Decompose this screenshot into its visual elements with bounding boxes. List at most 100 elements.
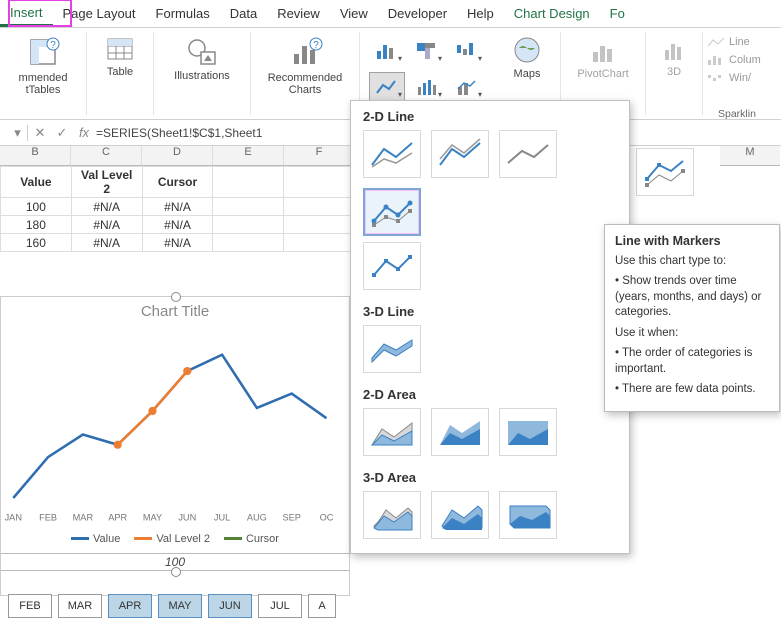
slicer-item[interactable]: JUL: [258, 594, 302, 618]
section-2d-line: 2-D Line: [351, 101, 629, 130]
cell[interactable]: Cursor: [142, 167, 213, 198]
svg-text:JUN: JUN: [178, 513, 196, 523]
chart-type-3d-line[interactable]: [363, 325, 421, 373]
maps-label: Maps: [514, 68, 541, 80]
slicer-item[interactable]: MAY: [158, 594, 202, 618]
illustrations-label: Illustrations: [174, 70, 230, 82]
cell[interactable]: 160: [1, 234, 72, 252]
chart-type-stacked-line[interactable]: [431, 130, 489, 178]
section-3d-area: 3-D Area: [351, 462, 629, 491]
insert-combo-chart-button[interactable]: ▾: [449, 72, 485, 102]
cell[interactable]: Val Level 2: [71, 167, 142, 198]
maps-button[interactable]: Maps: [502, 34, 552, 80]
svg-text:AUG: AUG: [247, 513, 267, 523]
tab-page-layout[interactable]: Page Layout: [53, 2, 146, 25]
chart-legend[interactable]: Value Val Level 2 Cursor: [1, 533, 349, 545]
chart-type-3d-stacked-area[interactable]: [431, 491, 489, 539]
cell[interactable]: #N/A: [71, 216, 142, 234]
sparkline-column-button[interactable]: Colum: [707, 54, 761, 66]
chart-type-line-with-markers[interactable]: [363, 188, 421, 236]
insert-line-chart-dropdown: 2-D Line 3-D Line 2-D Area 3-D Area: [350, 100, 630, 554]
illustrations-button[interactable]: Illustrations: [162, 34, 242, 82]
svg-text:OC: OC: [320, 513, 334, 523]
chart-type-stacked-line-markers[interactable]: [363, 242, 421, 290]
tab-review[interactable]: Review: [267, 2, 330, 25]
cell[interactable]: 180: [1, 216, 72, 234]
table-button[interactable]: Table: [95, 34, 145, 78]
recommended-charts-label: Recommended Charts: [268, 72, 343, 96]
3d-map-button[interactable]: 3D: [654, 34, 694, 78]
ribbon-tabs: Insert Page Layout Formulas Data Review …: [0, 0, 781, 28]
pivotchart-button[interactable]: PivotChart: [569, 34, 637, 80]
embedded-chart[interactable]: Chart Title JANFEBMARAPRMAYJUNJULAUGSEPO…: [0, 296, 350, 596]
insert-waterfall-chart-button[interactable]: ▾: [449, 36, 485, 66]
pivotchart-label: PivotChart: [577, 68, 628, 80]
col-header[interactable]: M: [720, 146, 780, 166]
recommended-charts-button[interactable]: ? Recommended Charts: [259, 34, 351, 96]
chart-type-100stacked-area[interactable]: [499, 408, 557, 456]
col-header[interactable]: F: [284, 146, 355, 165]
chart-type-3d-100stacked-area[interactable]: [499, 491, 557, 539]
section-3d-line: 3-D Line: [351, 296, 629, 325]
sparkline-winloss-button[interactable]: Win/: [707, 72, 761, 84]
slicer-item[interactable]: A: [308, 594, 336, 618]
month-slicer[interactable]: FEB MAR APR MAY JUN JUL A: [8, 594, 336, 618]
worksheet[interactable]: B C D E F ValueVal Level 2Cursor 100#N/A…: [0, 146, 355, 252]
svg-text:MAY: MAY: [143, 513, 162, 523]
col-header[interactable]: E: [213, 146, 284, 165]
tab-data[interactable]: Data: [220, 2, 267, 25]
svg-text:?: ?: [313, 40, 319, 51]
cell[interactable]: #N/A: [142, 198, 213, 216]
tab-chart-design[interactable]: Chart Design: [504, 2, 600, 25]
cell[interactable]: #N/A: [71, 198, 142, 216]
slicer-item[interactable]: JUN: [208, 594, 252, 618]
insert-column-chart-button[interactable]: ▾: [369, 36, 405, 66]
tab-format[interactable]: Fo: [600, 2, 635, 25]
col-header[interactable]: D: [142, 146, 213, 165]
chart-resize-handle[interactable]: [171, 292, 181, 302]
chart-type-3d-area[interactable]: [363, 491, 421, 539]
cell[interactable]: Value: [1, 167, 72, 198]
tab-insert[interactable]: Insert: [0, 1, 53, 27]
tab-view[interactable]: View: [330, 2, 378, 25]
3d-label: 3D: [667, 66, 681, 78]
fx-icon[interactable]: fx: [74, 125, 94, 140]
svg-text:MAR: MAR: [73, 513, 94, 523]
slicer-item[interactable]: APR: [108, 594, 152, 618]
chart-title[interactable]: Chart Title: [1, 303, 349, 320]
tab-formulas[interactable]: Formulas: [146, 2, 220, 25]
col-header[interactable]: C: [71, 146, 142, 165]
chart-type-area[interactable]: [363, 408, 421, 456]
tab-developer[interactable]: Developer: [378, 2, 457, 25]
section-2d-area: 2-D Area: [351, 379, 629, 408]
insert-hierarchy-chart-button[interactable]: ▾: [409, 36, 445, 66]
cancel-icon[interactable]: ✕: [30, 125, 50, 141]
svg-text:JUL: JUL: [214, 513, 230, 523]
sparklines-group-label: Sparklin: [718, 108, 756, 120]
table-label: Table: [107, 66, 133, 78]
cell[interactable]: #N/A: [71, 234, 142, 252]
slicer-item[interactable]: FEB: [8, 594, 52, 618]
cell[interactable]: 100: [1, 198, 72, 216]
chart-plot-area[interactable]: JANFEBMARAPRMAYJUNJULAUGSEPOC: [1, 324, 349, 529]
tab-help[interactable]: Help: [457, 2, 504, 25]
chart-type-stacked-line-markers-2[interactable]: [636, 148, 694, 196]
svg-text:JAN: JAN: [5, 513, 22, 523]
svg-text:APR: APR: [108, 513, 127, 523]
col-header[interactable]: B: [0, 146, 71, 165]
sparkline-line-button[interactable]: Line: [707, 36, 761, 48]
recommended-pivottables-label: mmended tTables: [19, 72, 68, 96]
chart-type-line[interactable]: [363, 130, 421, 178]
chart-type-stacked-area[interactable]: [431, 408, 489, 456]
enter-icon[interactable]: ✓: [52, 125, 72, 141]
insert-statistic-chart-button[interactable]: ▾: [409, 72, 445, 102]
svg-text:SEP: SEP: [282, 513, 300, 523]
insert-line-chart-button[interactable]: ▾: [369, 72, 405, 102]
tooltip-title: Line with Markers: [615, 233, 769, 250]
slicer-item[interactable]: MAR: [58, 594, 102, 618]
recommended-pivottables-button[interactable]: ? mmended tTables: [8, 34, 78, 96]
chart-type-100stacked-line[interactable]: [499, 130, 557, 178]
cell[interactable]: #N/A: [142, 234, 213, 252]
chart-resize-handle[interactable]: [171, 567, 181, 577]
cell[interactable]: #N/A: [142, 216, 213, 234]
